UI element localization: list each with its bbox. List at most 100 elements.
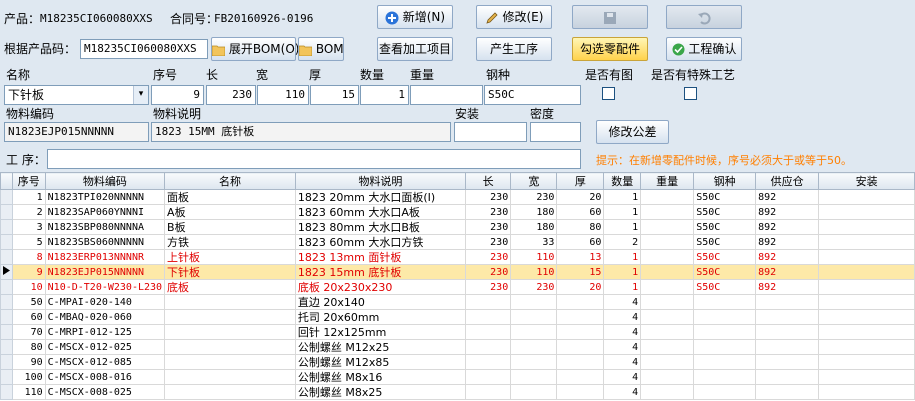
cell-w[interactable]: 110 bbox=[510, 249, 558, 265]
cell-l[interactable] bbox=[464, 354, 512, 370]
cell-desc[interactable]: 1823 60mm 大水口方铁 bbox=[294, 234, 466, 250]
cell-code[interactable]: C-MSCX-008-025 bbox=[44, 384, 166, 400]
cell-wt[interactable] bbox=[640, 294, 695, 310]
row-indicator[interactable] bbox=[0, 309, 13, 325]
cell-t[interactable]: 20 bbox=[556, 279, 605, 295]
column-header[interactable]: 数量 bbox=[603, 172, 642, 190]
cell-seq[interactable]: 8 bbox=[11, 249, 46, 265]
cell-l[interactable]: 230 bbox=[464, 279, 512, 295]
cell-steel[interactable] bbox=[693, 384, 757, 400]
generate-process-button[interactable]: 产生工序 bbox=[476, 37, 552, 61]
cell-desc[interactable]: 回针 12x125mm bbox=[294, 324, 466, 340]
cell-w[interactable]: 33 bbox=[510, 234, 558, 250]
cell-desc[interactable]: 1823 80mm 大水口B板 bbox=[294, 219, 466, 235]
cell-steel[interactable]: S50C bbox=[693, 234, 757, 250]
row-indicator[interactable] bbox=[0, 219, 13, 235]
cell-inst[interactable] bbox=[818, 324, 915, 340]
cell-name[interactable]: A板 bbox=[164, 204, 296, 220]
cell-steel[interactable]: S50C bbox=[693, 204, 757, 220]
cell-seq[interactable]: 9 bbox=[11, 264, 46, 280]
column-header[interactable]: 物料说明 bbox=[294, 172, 466, 190]
cell-l[interactable]: 230 bbox=[464, 189, 512, 205]
engineering-confirm-button[interactable]: 工程确认 bbox=[666, 37, 742, 61]
install-input[interactable] bbox=[454, 122, 527, 142]
cell-name[interactable] bbox=[164, 339, 296, 355]
table-row[interactable]: 5 N1823SBS060NNNNN 方铁 1823 60mm 大水口方铁 230 33 6… bbox=[0, 234, 915, 250]
cell-seq[interactable]: 1 bbox=[11, 189, 46, 205]
undo-button[interactable] bbox=[666, 5, 742, 29]
cell-steel[interactable]: S50C bbox=[693, 219, 757, 235]
cell-t[interactable] bbox=[556, 354, 605, 370]
cell-inst[interactable] bbox=[818, 354, 915, 370]
cell-q[interactable]: 1 bbox=[603, 204, 642, 220]
cell-t[interactable] bbox=[556, 294, 605, 310]
cell-inst[interactable] bbox=[818, 249, 915, 265]
cell-w[interactable] bbox=[510, 309, 558, 325]
row-indicator[interactable] bbox=[0, 369, 13, 385]
cell-seq[interactable]: 110 bbox=[11, 384, 46, 400]
cell-seq[interactable]: 50 bbox=[11, 294, 46, 310]
cell-l[interactable]: 230 bbox=[464, 234, 512, 250]
cell-seq[interactable]: 100 bbox=[11, 369, 46, 385]
view-process-button[interactable]: 查看加工项目 bbox=[377, 37, 453, 61]
cell-q[interactable]: 1 bbox=[603, 219, 642, 235]
cell-desc[interactable]: 公制螺丝 M8x16 bbox=[294, 369, 466, 385]
save-button[interactable] bbox=[572, 5, 648, 29]
cell-t[interactable]: 60 bbox=[556, 204, 605, 220]
cell-steel[interactable] bbox=[693, 324, 757, 340]
cell-q[interactable]: 4 bbox=[603, 324, 642, 340]
cell-inst[interactable] bbox=[818, 279, 915, 295]
cell-name[interactable]: 下针板 bbox=[164, 264, 296, 280]
cell-t[interactable] bbox=[556, 309, 605, 325]
table-row[interactable]: 90 C-MSCX-012-085 公制螺丝 M12x85 4 bbox=[0, 354, 915, 370]
cell-desc[interactable]: 1823 15mm 底针板 bbox=[294, 264, 466, 280]
column-header[interactable]: 供应仓 bbox=[755, 172, 820, 190]
cell-l[interactable]: 230 bbox=[464, 249, 512, 265]
steel-input[interactable]: S50C bbox=[484, 85, 581, 105]
row-indicator[interactable] bbox=[0, 339, 13, 355]
cell-wh[interactable] bbox=[755, 339, 820, 355]
cell-seq[interactable]: 60 bbox=[11, 309, 46, 325]
cell-wt[interactable] bbox=[640, 354, 695, 370]
cell-w[interactable]: 110 bbox=[510, 264, 558, 280]
cell-l[interactable]: 230 bbox=[464, 219, 512, 235]
row-indicator[interactable] bbox=[0, 249, 13, 265]
cell-wt[interactable] bbox=[640, 264, 695, 280]
cell-wt[interactable] bbox=[640, 189, 695, 205]
cell-inst[interactable] bbox=[818, 234, 915, 250]
cell-code[interactable]: N1823EJP015NNNNN bbox=[44, 264, 166, 280]
table-row[interactable]: 70 C-MRPI-012-125 回针 12x125mm 4 bbox=[0, 324, 915, 340]
chevron-down-icon[interactable]: ▾ bbox=[133, 86, 148, 104]
seq-input[interactable]: 9 bbox=[151, 85, 204, 105]
column-header[interactable]: 名称 bbox=[164, 172, 296, 190]
cell-wt[interactable] bbox=[640, 384, 695, 400]
cell-inst[interactable] bbox=[818, 204, 915, 220]
cell-steel[interactable] bbox=[693, 354, 757, 370]
cell-seq[interactable]: 90 bbox=[11, 354, 46, 370]
cell-inst[interactable] bbox=[818, 264, 915, 280]
cell-t[interactable]: 80 bbox=[556, 219, 605, 235]
cell-w[interactable]: 230 bbox=[510, 189, 558, 205]
cell-t[interactable] bbox=[556, 369, 605, 385]
cell-wt[interactable] bbox=[640, 249, 695, 265]
cell-t[interactable]: 15 bbox=[556, 264, 605, 280]
cell-steel[interactable]: S50C bbox=[693, 264, 757, 280]
cell-l[interactable] bbox=[464, 369, 512, 385]
cell-wh[interactable]: 892 bbox=[755, 234, 820, 250]
cell-q[interactable]: 1 bbox=[603, 249, 642, 265]
cell-t[interactable]: 20 bbox=[556, 189, 605, 205]
table-row[interactable]: 100 C-MSCX-008-016 公制螺丝 M8x16 4 bbox=[0, 369, 915, 385]
material-desc-input[interactable]: 1823 15MM 底针板 bbox=[151, 122, 451, 142]
cell-wh[interactable]: 892 bbox=[755, 249, 820, 265]
cell-steel[interactable]: S50C bbox=[693, 279, 757, 295]
cell-code[interactable]: N10-D-T20-W230-L230 bbox=[44, 279, 166, 295]
row-indicator[interactable] bbox=[0, 234, 13, 250]
cell-inst[interactable] bbox=[818, 384, 915, 400]
column-header[interactable]: 长 bbox=[464, 172, 512, 190]
row-indicator[interactable] bbox=[0, 294, 13, 310]
column-header[interactable]: 宽 bbox=[510, 172, 558, 190]
cell-name[interactable] bbox=[164, 354, 296, 370]
row-indicator[interactable] bbox=[0, 264, 13, 280]
cell-seq[interactable]: 80 bbox=[11, 339, 46, 355]
cell-code[interactable]: N1823SBS060NNNNN bbox=[44, 234, 166, 250]
